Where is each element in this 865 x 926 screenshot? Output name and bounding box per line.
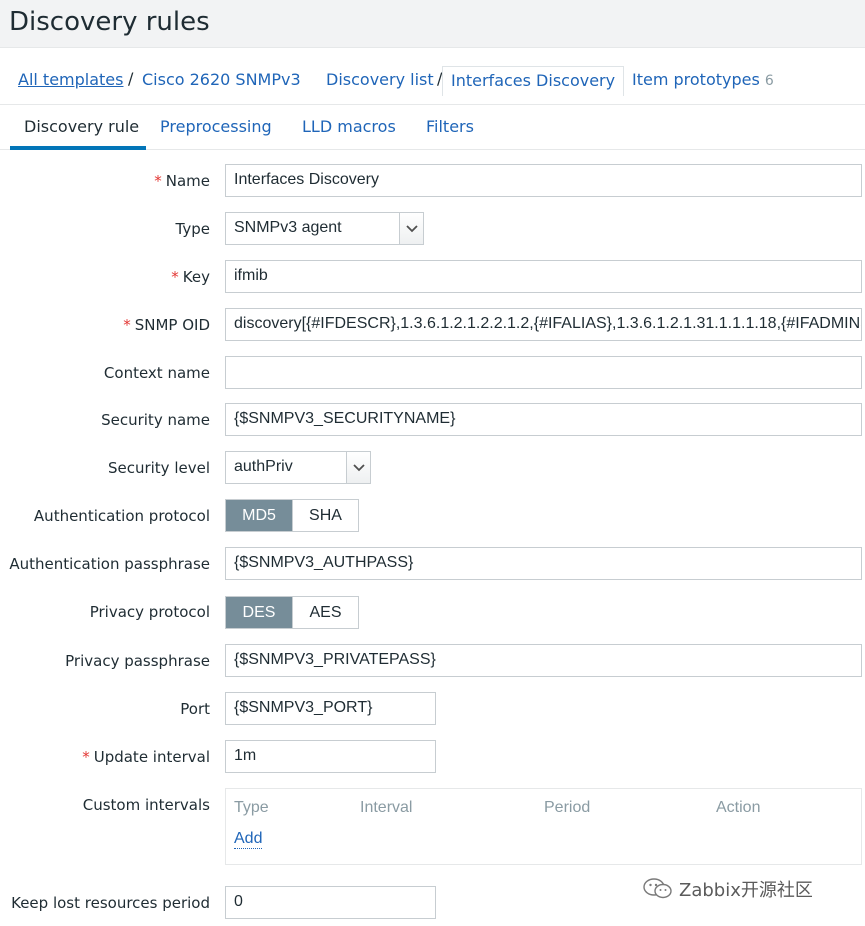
required-mark: *: [171, 268, 179, 286]
breadcrumb-current[interactable]: Interfaces Discovery: [442, 66, 625, 96]
item-prototypes-count: 6: [764, 73, 774, 89]
snmp-oid-input[interactable]: discovery[{#IFDESCR},1.3.6.1.2.1.2.2.1.2…: [225, 308, 862, 341]
required-mark: *: [123, 316, 131, 334]
privacy-protocol-des[interactable]: DES: [226, 597, 292, 628]
breadcrumb-item-prototypes[interactable]: Item prototypes 6: [632, 70, 774, 89]
required-mark: *: [82, 748, 90, 766]
page-header: Discovery rules: [0, 0, 865, 48]
name-label: * Name: [154, 172, 210, 190]
chevron-down-icon: [346, 452, 370, 483]
auth-protocol-label: Authentication protocol: [33, 507, 210, 525]
column-header-action: Action: [716, 799, 761, 816]
type-select-value: SNMPv3 agent: [234, 219, 342, 236]
column-header-period: Period: [544, 799, 591, 816]
type-label: Type: [175, 220, 210, 238]
breadcrumb-separator: /: [128, 69, 134, 88]
item-prototypes-label: Item prototypes: [632, 70, 760, 89]
breadcrumb-all-templates[interactable]: All templates: [18, 70, 123, 89]
context-name-label: Context name: [103, 364, 210, 382]
auth-passphrase-label: Authentication passphrase: [9, 555, 210, 573]
keep-lost-label: Keep lost resources period: [11, 894, 210, 912]
tab-filters[interactable]: Filters: [426, 117, 474, 136]
page-title: Discovery rules: [9, 7, 210, 37]
name-label-text: Name: [165, 172, 210, 190]
custom-intervals-label: Custom intervals: [82, 796, 210, 814]
auth-protocol-md5[interactable]: MD5: [226, 500, 292, 531]
watermark-text: Zabbix开源社区: [679, 880, 813, 901]
security-name-input[interactable]: {$SNMPV3_SECURITYNAME}: [225, 403, 862, 436]
name-input[interactable]: Interfaces Discovery: [225, 164, 862, 197]
required-mark: *: [154, 172, 162, 190]
key-label: * Key: [171, 268, 210, 286]
key-input[interactable]: ifmib: [225, 260, 862, 293]
snmp-oid-label: * SNMP OID: [123, 316, 210, 334]
auth-protocol-sha[interactable]: SHA: [292, 500, 358, 531]
active-tab-indicator: [10, 146, 146, 150]
snmp-oid-label-text: SNMP OID: [134, 316, 210, 334]
breadcrumb-discovery-list[interactable]: Discovery list: [326, 70, 434, 89]
update-interval-label: * Update interval: [82, 748, 210, 766]
privacy-passphrase-input[interactable]: {$SNMPV3_PRIVATEPASS}: [225, 644, 862, 677]
security-name-label: Security name: [101, 411, 210, 429]
privacy-passphrase-label: Privacy passphrase: [65, 652, 210, 670]
update-interval-input[interactable]: 1m: [225, 740, 436, 773]
column-header-interval: Interval: [360, 799, 413, 816]
security-level-select[interactable]: authPriv: [225, 451, 371, 484]
security-level-value: authPriv: [234, 458, 293, 475]
auth-protocol-toggle: MD5 SHA: [225, 499, 359, 532]
privacy-protocol-toggle: DES AES: [225, 596, 359, 629]
form-tabs: Discovery rule Preprocessing LLD macros …: [0, 104, 865, 150]
tab-preprocessing[interactable]: Preprocessing: [160, 117, 272, 136]
breadcrumb: All templates / Cisco 2620 SNMPv3 Discov…: [0, 62, 865, 102]
tab-discovery-rule[interactable]: Discovery rule: [24, 117, 139, 136]
port-label: Port: [180, 700, 210, 718]
key-label-text: Key: [182, 268, 210, 286]
privacy-protocol-label: Privacy protocol: [89, 603, 210, 621]
update-interval-label-text: Update interval: [93, 748, 210, 766]
type-select[interactable]: SNMPv3 agent: [225, 212, 424, 245]
privacy-protocol-aes[interactable]: AES: [292, 597, 358, 628]
add-interval-link[interactable]: Add: [234, 830, 263, 849]
keep-lost-input[interactable]: 0: [225, 886, 436, 919]
security-level-label: Security level: [107, 459, 210, 477]
wechat-icon: [643, 878, 672, 899]
custom-intervals-table: Type Interval Period Action Add: [225, 788, 862, 865]
context-name-input[interactable]: [225, 356, 862, 389]
watermark: Zabbix开源社区: [643, 876, 813, 902]
auth-passphrase-input[interactable]: {$SNMPV3_AUTHPASS}: [225, 547, 862, 580]
tab-lld-macros[interactable]: LLD macros: [302, 117, 396, 136]
port-input[interactable]: {$SNMPV3_PORT}: [225, 692, 436, 725]
breadcrumb-template[interactable]: Cisco 2620 SNMPv3: [142, 70, 301, 89]
chevron-down-icon: [399, 213, 423, 244]
column-header-type: Type: [234, 799, 269, 816]
